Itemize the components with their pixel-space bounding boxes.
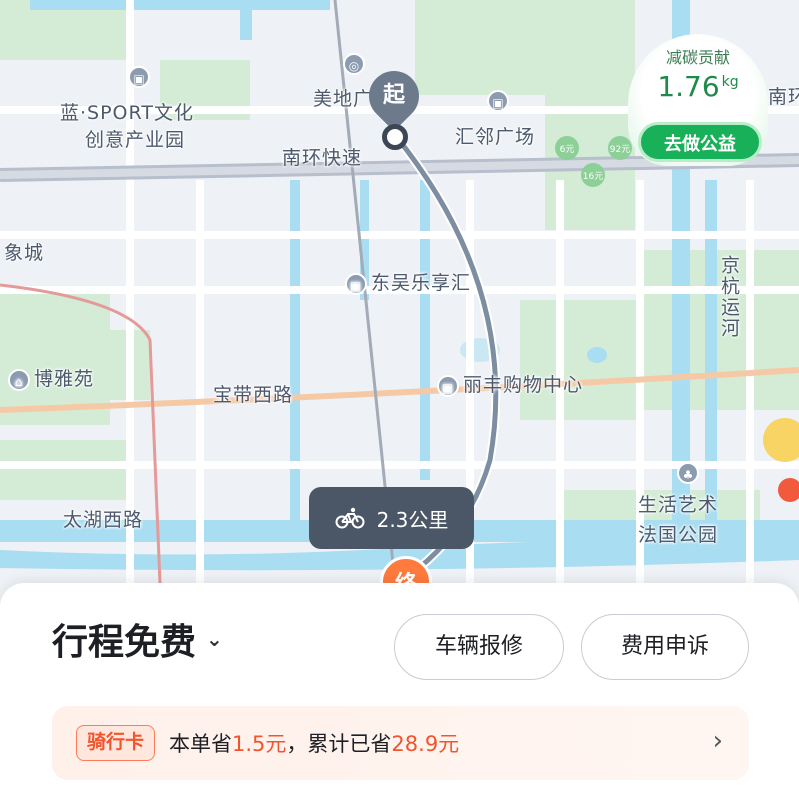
- map-label-nan-edge: 南环: [768, 86, 799, 108]
- map-label-taihu: 太湖西路: [63, 509, 144, 531]
- shop-icon: ▣: [487, 90, 509, 112]
- park-icon: ♣: [677, 462, 699, 484]
- home-icon: ⌂: [8, 368, 30, 391]
- map-label-dongwu: ▣ 东吴乐享汇: [345, 268, 471, 295]
- fee-appeal-button[interactable]: 费用申诉: [581, 614, 749, 680]
- distance-pill: 2.3公里: [309, 487, 474, 549]
- riding-card-badge: 骑行卡: [76, 725, 156, 761]
- map-label-shenghuo: 生活艺术: [638, 494, 719, 516]
- map-label-faguo: 法国公园: [638, 524, 719, 546]
- map-label-boya: ⌂ 博雅苑: [8, 364, 94, 391]
- transit-icon: ◎: [343, 53, 365, 75]
- shop-icon: ▣: [128, 66, 150, 88]
- carbon-title: 减碳贡献: [665, 48, 730, 67]
- carbon-contribution-card[interactable]: 减碳贡献 1.76 kg 去做公益: [628, 34, 768, 166]
- map-label-baodai: 宝带西路: [213, 384, 294, 406]
- shop-icon: ▣: [345, 272, 367, 295]
- carbon-value: 1.76 kg: [657, 70, 739, 103]
- price-tag: 92元: [610, 145, 630, 155]
- map-label-huilin: 汇邻广场: [455, 126, 536, 148]
- savings-text: 本单省1.5元，累计已省28.9元: [169, 732, 460, 756]
- charity-button[interactable]: 去做公益: [638, 122, 762, 162]
- map-label-jinghang: 京杭运河: [718, 255, 740, 339]
- bike-icon: [335, 507, 365, 529]
- chevron-down-icon[interactable]: ⌄: [206, 627, 223, 651]
- vehicle-repair-button[interactable]: 车辆报修: [394, 614, 564, 680]
- chevron-right-icon[interactable]: ›: [713, 726, 723, 756]
- trip-fee-title[interactable]: 行程免费 ⌄: [52, 613, 223, 665]
- shop-icon: ▣: [437, 374, 459, 397]
- map-label-nanhuan: 南环快速: [282, 147, 363, 169]
- distance-label: 2.3公里: [376, 507, 449, 532]
- map-label-meidi: 美地广: [313, 88, 374, 110]
- start-location-dot: [382, 124, 408, 150]
- price-tag: 16元: [583, 172, 603, 182]
- price-tag: 6元: [560, 145, 575, 155]
- map-label-lan-sport: 蓝·SPORT文化: [60, 102, 194, 124]
- riding-card-savings-row[interactable]: 骑行卡 本单省1.5元，累计已省28.9元 ›: [52, 706, 749, 780]
- trip-summary-sheet: 行程免费 ⌄ 车辆报修 费用申诉 骑行卡 本单省1.5元，累计已省28.9元 ›: [0, 583, 799, 800]
- map-label-chuangyi: 创意产业园: [85, 129, 186, 151]
- start-pin-label: 起: [382, 83, 405, 108]
- map-label-xiangcheng: 象城: [4, 242, 45, 264]
- map-label-lifeng: ▣ 丽丰购物中心: [437, 370, 583, 397]
